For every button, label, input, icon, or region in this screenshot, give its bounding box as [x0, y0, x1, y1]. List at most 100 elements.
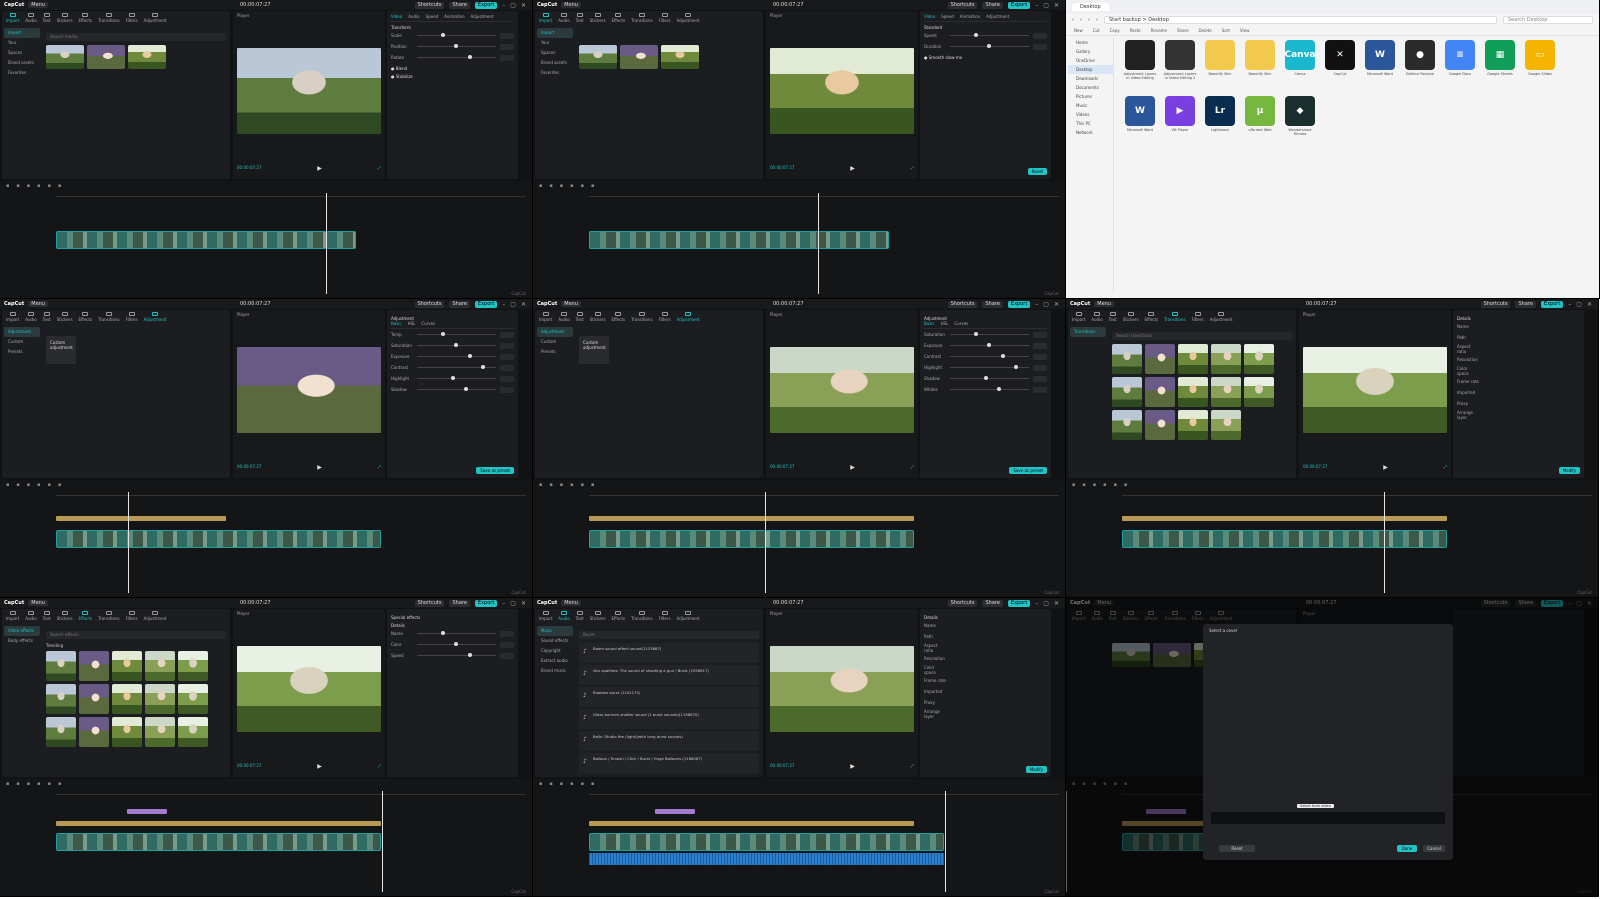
- split-icon[interactable]: ▪: [27, 781, 30, 787]
- properties-tab[interactable]: Video: [391, 14, 402, 19]
- tab-adjustment[interactable]: Adjustment: [144, 13, 167, 23]
- search-input[interactable]: Search transitions: [1112, 332, 1292, 340]
- property-slider[interactable]: [950, 365, 1029, 369]
- share-button[interactable]: Share: [982, 599, 1003, 607]
- property-slider[interactable]: [417, 653, 496, 657]
- video-track[interactable]: [56, 231, 356, 249]
- search-input[interactable]: Boom: [579, 631, 759, 639]
- sidebar-item[interactable]: Favorites: [4, 68, 40, 78]
- properties-tab[interactable]: Curves: [954, 321, 968, 326]
- tab-transitions[interactable]: Transitions: [1164, 312, 1186, 322]
- minimize-icon[interactable]: –: [502, 600, 505, 607]
- property-slider[interactable]: [417, 631, 496, 635]
- tab-transitions[interactable]: Transitions: [98, 13, 120, 23]
- desktop-item[interactable]: ▦ Google Sheets: [1482, 40, 1518, 92]
- close-icon[interactable]: ✕: [1587, 301, 1592, 308]
- property-value[interactable]: [500, 32, 514, 39]
- properties-tab[interactable]: Basic: [924, 321, 935, 326]
- toolbar-sort[interactable]: Sort: [1222, 28, 1230, 33]
- tab-filters[interactable]: Filters: [659, 611, 671, 621]
- sidebar-item[interactable]: Import: [4, 28, 40, 38]
- tab-stickers[interactable]: Stickers: [590, 611, 606, 621]
- property-value[interactable]: [1033, 386, 1047, 393]
- media-thumbnail[interactable]: [1244, 377, 1274, 407]
- play-icon[interactable]: ▶: [850, 464, 855, 472]
- address-field[interactable]: Start backup > Desktop: [1104, 16, 1497, 24]
- save-preset-button[interactable]: Modify: [1558, 467, 1580, 474]
- tab-text[interactable]: Text: [43, 13, 51, 23]
- save-preset-button[interactable]: Save as preset: [1009, 467, 1047, 474]
- video-track[interactable]: [589, 833, 944, 851]
- property-slider[interactable]: [417, 354, 496, 358]
- tab-adjustment[interactable]: Adjustment: [677, 13, 700, 23]
- split-icon[interactable]: ▪: [560, 781, 563, 787]
- tab-filters[interactable]: Filters: [126, 611, 138, 621]
- sidebar-item[interactable]: Video effects: [4, 626, 40, 636]
- tab-adjustment[interactable]: Adjustment: [677, 611, 700, 621]
- property-slider[interactable]: [950, 33, 1029, 37]
- minimize-icon[interactable]: –: [1568, 301, 1571, 308]
- tab-filters[interactable]: Filters: [659, 13, 671, 23]
- tab-audio[interactable]: Audio: [558, 312, 570, 322]
- delete-icon[interactable]: ▪: [570, 183, 573, 189]
- tab-audio[interactable]: Audio: [558, 13, 570, 23]
- toolbar-paste[interactable]: Paste: [1130, 28, 1141, 33]
- property-slider[interactable]: [950, 332, 1029, 336]
- undo-icon[interactable]: ▪: [539, 781, 542, 787]
- desktop-item[interactable]: ✕ CapCut: [1322, 40, 1358, 92]
- undo-icon[interactable]: ▪: [539, 482, 542, 488]
- minimize-icon[interactable]: –: [502, 2, 505, 9]
- media-thumbnail[interactable]: [79, 651, 109, 681]
- menu-button[interactable]: Menu: [28, 301, 48, 307]
- explorer-tab[interactable]: Desktop: [1072, 3, 1109, 11]
- property-slider[interactable]: [417, 365, 496, 369]
- crop-icon[interactable]: ▪: [581, 482, 584, 488]
- media-thumbnail[interactable]: [1211, 377, 1241, 407]
- desktop-item[interactable]: ≡ Google Docs: [1442, 40, 1478, 92]
- share-button[interactable]: Share: [982, 300, 1003, 308]
- delete-icon[interactable]: ▪: [570, 482, 573, 488]
- media-thumbnail[interactable]: [579, 45, 617, 69]
- sound-item[interactable]: ♪ Von qualities: The sound of shooting a …: [579, 665, 759, 685]
- media-thumbnail[interactable]: [661, 45, 699, 69]
- media-thumbnail[interactable]: [112, 651, 142, 681]
- tab-text[interactable]: Text: [43, 611, 51, 621]
- maximize-icon[interactable]: ▢: [1043, 600, 1049, 607]
- tab-import[interactable]: Import: [1072, 312, 1085, 322]
- adjustment-layer[interactable]: [1122, 516, 1447, 521]
- property-value[interactable]: [500, 54, 514, 61]
- shortcuts-button[interactable]: Shortcuts: [947, 599, 978, 607]
- tab-text[interactable]: Text: [576, 13, 584, 23]
- playhead[interactable]: [128, 492, 129, 593]
- play-icon[interactable]: ▶: [850, 165, 855, 173]
- sidebar-item[interactable]: Presets: [4, 347, 40, 357]
- shortcuts-button[interactable]: Shortcuts: [947, 1, 978, 9]
- nav-item[interactable]: Gallery: [1068, 47, 1113, 56]
- split-icon[interactable]: ▪: [560, 482, 563, 488]
- nav-item[interactable]: Desktop: [1068, 65, 1113, 74]
- redo-icon[interactable]: ▪: [549, 781, 552, 787]
- property-slider[interactable]: [417, 343, 496, 347]
- sidebar-item[interactable]: Your: [4, 38, 40, 48]
- tab-stickers[interactable]: Stickers: [1123, 312, 1139, 322]
- play-icon[interactable]: ▶: [850, 763, 855, 771]
- share-button[interactable]: Share: [982, 1, 1003, 9]
- media-thumbnail[interactable]: [46, 684, 76, 714]
- media-thumbnail[interactable]: [1112, 344, 1142, 374]
- tab-stickers[interactable]: Stickers: [590, 13, 606, 23]
- crop-icon[interactable]: ▪: [48, 183, 51, 189]
- property-slider[interactable]: [417, 642, 496, 646]
- playhead[interactable]: [326, 193, 327, 294]
- video-track[interactable]: [56, 833, 381, 851]
- properties-tab[interactable]: Curves: [421, 321, 435, 326]
- nav-item[interactable]: OneDrive: [1068, 56, 1113, 65]
- property-slider[interactable]: [417, 387, 496, 391]
- property-slider[interactable]: [950, 44, 1029, 48]
- media-thumbnail[interactable]: [46, 45, 84, 69]
- mirror-icon[interactable]: ▪: [591, 183, 594, 189]
- desktop-item[interactable]: ▶ VN Player: [1162, 96, 1198, 148]
- nav-item[interactable]: Downloads: [1068, 74, 1113, 83]
- media-thumbnail[interactable]: [1145, 344, 1175, 374]
- up-icon[interactable]: ‹: [1088, 17, 1090, 23]
- reset-button[interactable]: Reset: [1219, 845, 1255, 852]
